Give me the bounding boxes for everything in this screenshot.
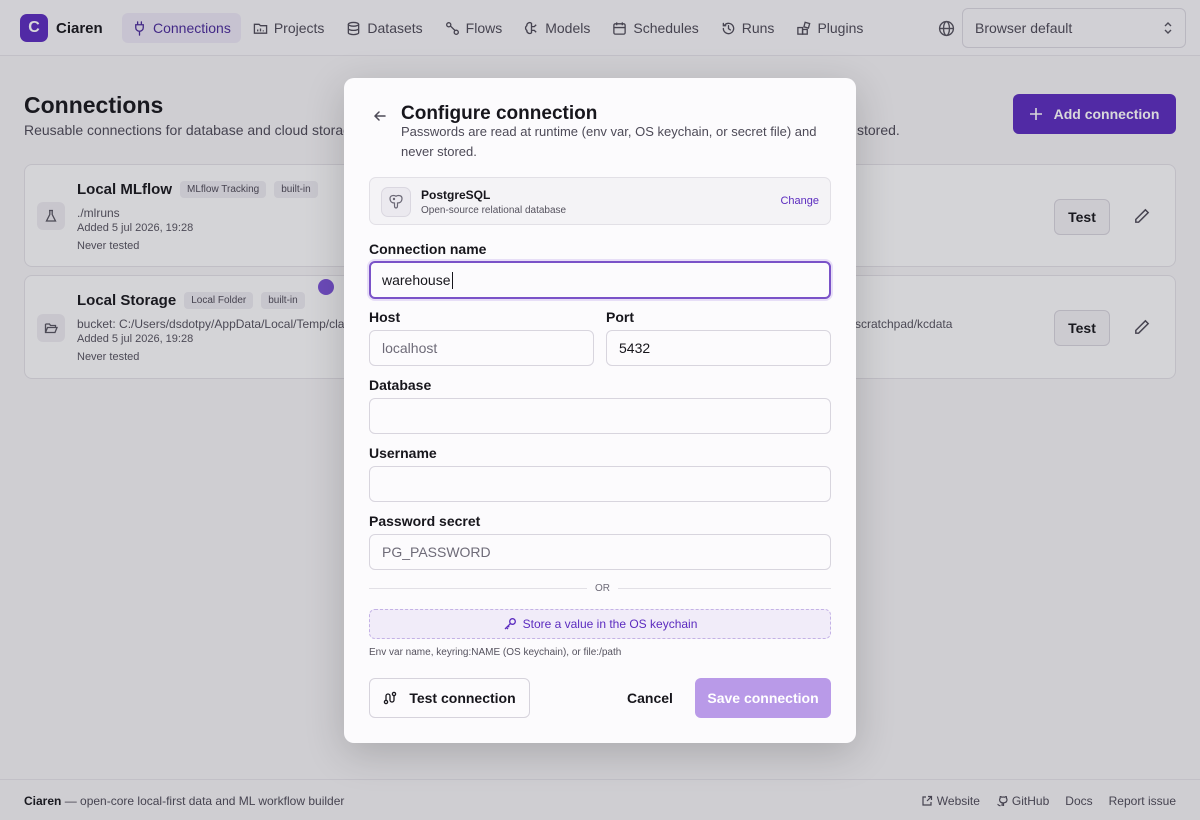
connection-name-label: Connection name xyxy=(369,241,487,257)
dialog-description: Passwords are read at runtime (env var, … xyxy=(401,124,817,159)
connection-name-value: warehouse xyxy=(382,272,451,288)
selected-database-type: PostgreSQL Open-source relational databa… xyxy=(369,177,831,225)
password-secret-label: Password secret xyxy=(369,513,481,529)
save-connection-button[interactable]: Save connection xyxy=(695,678,831,718)
postgresql-icon xyxy=(381,187,411,217)
database-input[interactable] xyxy=(369,398,831,434)
store-in-keychain-button[interactable]: Store a value in the OS keychain xyxy=(369,609,831,639)
test-connection-label: Test connection xyxy=(409,690,516,706)
configure-connection-dialog: Configure connection Passwords are read … xyxy=(344,78,856,743)
database-type-description: Open-source relational database xyxy=(421,205,567,216)
username-label: Username xyxy=(369,445,437,461)
host-input[interactable]: localhost xyxy=(369,330,594,366)
cancel-button[interactable]: Cancel xyxy=(617,678,683,718)
or-divider-text: OR xyxy=(587,583,618,594)
arrow-left-icon[interactable] xyxy=(372,108,388,124)
password-secret-hint: Env var name, keyring:NAME (OS keychain)… xyxy=(369,647,622,658)
keychain-button-label: Store a value in the OS keychain xyxy=(522,617,698,631)
connection-name-input[interactable]: warehouse xyxy=(369,261,831,299)
text-caret xyxy=(451,271,453,289)
port-label: Port xyxy=(606,309,634,325)
port-input[interactable]: 5432 xyxy=(606,330,831,366)
host-label: Host xyxy=(369,309,401,325)
password-secret-input[interactable]: PG_PASSWORD xyxy=(369,534,831,570)
test-connection-button[interactable]: Test connection xyxy=(369,678,530,718)
database-label: Database xyxy=(369,377,432,393)
username-input[interactable] xyxy=(369,466,831,502)
database-type-name: PostgreSQL xyxy=(421,188,491,202)
key-icon xyxy=(504,618,516,630)
route-icon xyxy=(384,691,397,705)
change-database-type-link[interactable]: Change xyxy=(780,195,819,207)
